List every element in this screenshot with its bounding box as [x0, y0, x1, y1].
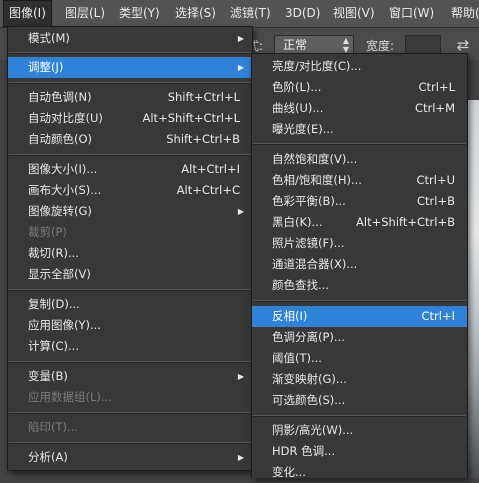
menu-item-reveal-all[interactable]: 显示全部(V)	[8, 264, 252, 285]
submenu-arrow-icon: ▶	[237, 372, 244, 381]
menu-item-brightness-contrast[interactable]: 亮度/对比度(C)...	[252, 56, 467, 77]
menu-item-image-rotation[interactable]: 图像旋转(G) ▶	[8, 201, 252, 222]
separator	[9, 154, 251, 156]
menu-item-gradient-map[interactable]: 渐变映射(G)...	[252, 369, 467, 390]
submenu-arrow-icon: ▶	[237, 63, 244, 72]
menu-item-auto-tone[interactable]: 自动色调(N) Shift+Ctrl+L	[8, 87, 252, 108]
menu-item-mode[interactable]: 模式(M) ▶	[8, 28, 252, 49]
menu-bar: 图像(I) 图层(L) 类型(Y) 选择(S) 滤镜(T) 3D(D) 视图(V…	[0, 0, 479, 28]
separator	[253, 300, 466, 302]
menu-item-adjustments[interactable]: 调整(J) ▶	[8, 57, 252, 78]
menu-item-hue-saturation[interactable]: 色相/饱和度(H)... Ctrl+U	[252, 170, 467, 191]
menu-type[interactable]: 类型(Y)	[114, 0, 165, 27]
menu-item-color-lookup[interactable]: 颜色查找...	[252, 275, 467, 296]
separator	[9, 361, 251, 363]
menu-item-shadows-highlights[interactable]: 阴影/高光(W)...	[252, 420, 467, 441]
menu-item-auto-contrast[interactable]: 自动对比度(U) Alt+Shift+Ctrl+L	[8, 108, 252, 129]
menu-item-auto-color[interactable]: 自动颜色(O) Shift+Ctrl+B	[8, 129, 252, 150]
menu-item-duplicate[interactable]: 复制(D)...	[8, 294, 252, 315]
menu-filter[interactable]: 滤镜(T)	[225, 0, 276, 27]
menu-item-image-size[interactable]: 图像大小(I)... Alt+Ctrl+I	[8, 159, 252, 180]
menu-item-threshold[interactable]: 阈值(T)...	[252, 348, 467, 369]
separator	[9, 442, 251, 444]
menu-select[interactable]: 选择(S)	[170, 0, 221, 27]
menu-help[interactable]: 帮助(	[446, 0, 479, 27]
menu-item-trim[interactable]: 裁切(R)...	[8, 243, 252, 264]
separator	[9, 412, 251, 414]
image-menu: 模式(M) ▶ 调整(J) ▶ 自动色调(N) Shift+Ctrl+L 自动对比度(…	[7, 26, 253, 471]
menu-item-calculations[interactable]: 计算(C)...	[8, 336, 252, 357]
menu-item-photo-filter[interactable]: 照片滤镜(F)...	[252, 233, 467, 254]
menu-window[interactable]: 窗口(W)	[384, 0, 439, 27]
menu-item-trap: 陷印(T)...	[28, 420, 78, 434]
menu-item-canvas-size[interactable]: 画布大小(S)... Alt+Ctrl+C	[8, 180, 252, 201]
menu-item-levels[interactable]: 色阶(L)... Ctrl+L	[252, 77, 467, 98]
adjustments-submenu: 亮度/对比度(C)... 色阶(L)... Ctrl+L 曲线(U)... Ctrl…	[251, 53, 468, 479]
menu-item-channel-mixer[interactable]: 通道混合器(X)...	[252, 254, 467, 275]
separator	[253, 143, 466, 145]
menu-view[interactable]: 视图(V)	[328, 0, 380, 27]
menu-layer[interactable]: 图层(L)	[60, 0, 110, 27]
menu-image[interactable]: 图像(I)	[3, 0, 52, 27]
submenu-arrow-icon: ▶	[237, 207, 244, 216]
separator	[9, 289, 251, 291]
menu-item-analysis[interactable]: 分析(A) ▶	[8, 447, 252, 468]
menu-item-crop: 裁剪(P)	[28, 225, 67, 239]
menu-3d[interactable]: 3D(D)	[280, 0, 325, 27]
separator	[253, 415, 466, 417]
separator	[9, 52, 251, 54]
menu-item-vibrance[interactable]: 自然饱和度(V)...	[252, 149, 467, 170]
menu-item-hdr-toning[interactable]: HDR 色调...	[252, 441, 467, 462]
menu-item-black-white[interactable]: 黑白(K)... Alt+Shift+Ctrl+B	[252, 212, 467, 233]
menu-item-curves[interactable]: 曲线(U)... Ctrl+M	[252, 98, 467, 119]
submenu-arrow-icon: ▶	[237, 34, 244, 43]
menu-item-exposure[interactable]: 曝光度(E)...	[252, 119, 467, 140]
mode-select[interactable]: 正常 ▲ ▼	[274, 35, 354, 55]
submenu-arrow-icon: ▶	[237, 453, 244, 462]
menu-item-selective-color[interactable]: 可选颜色(S)...	[252, 390, 467, 411]
menu-item-apply-image[interactable]: 应用图像(Y)...	[8, 315, 252, 336]
menu-item-variations[interactable]: 变化...	[252, 462, 467, 483]
select-arrows-icon: ▲ ▼	[342, 36, 349, 54]
menu-item-posterize[interactable]: 色调分离(P)...	[252, 327, 467, 348]
width-label: 宽度:	[366, 39, 395, 53]
menu-item-apply-data-set: 应用数据组(L)...	[28, 390, 112, 404]
menu-item-invert[interactable]: 反相(I) Ctrl+I	[252, 306, 467, 327]
menu-item-color-balance[interactable]: 色彩平衡(B)... Ctrl+B	[252, 191, 467, 212]
mode-select-value: 正常	[283, 38, 308, 52]
separator	[9, 82, 251, 84]
menu-item-variables[interactable]: 变量(B) ▶	[8, 366, 252, 387]
